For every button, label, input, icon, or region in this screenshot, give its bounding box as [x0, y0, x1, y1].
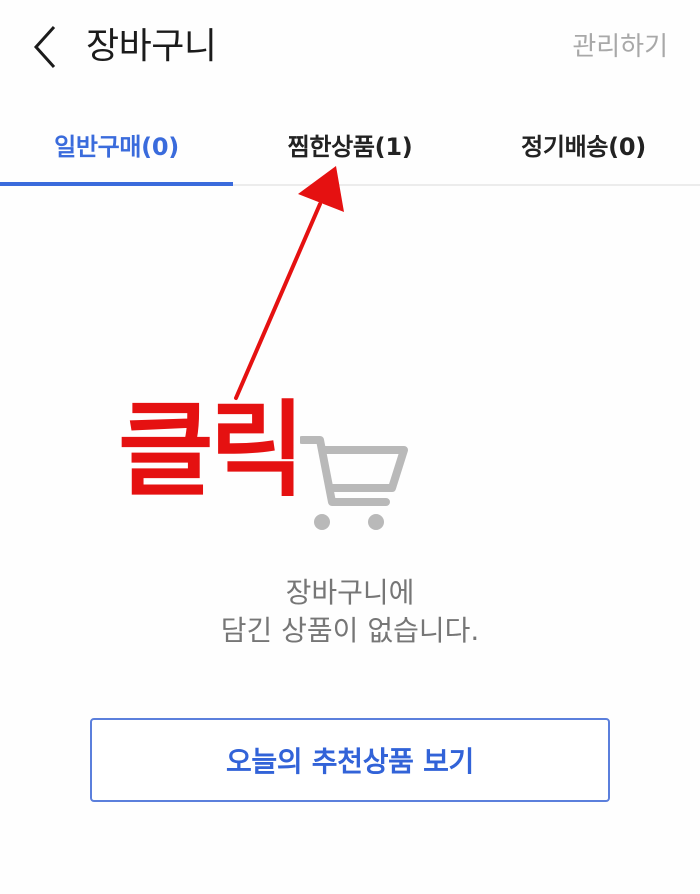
page-title: 장바구니 — [86, 26, 217, 67]
tab-general-purchase[interactable]: 일반구매(0) — [0, 102, 233, 186]
annotation-click-label: 클릭 — [118, 389, 305, 511]
tab-regular-delivery[interactable]: 정기배송(0) — [467, 102, 700, 186]
empty-message-line1: 장바구니에 — [285, 576, 415, 609]
tab-wishlist[interactable]: 찜한상품(1) — [233, 102, 467, 186]
empty-cart-message: 장바구니에 담긴 상품이 없습니다. — [0, 574, 700, 650]
empty-message-line2: 담긴 상품이 없습니다. — [220, 614, 480, 647]
empty-cart-icon — [300, 430, 412, 534]
manage-button[interactable]: 관리하기 — [572, 30, 668, 64]
back-button[interactable] — [26, 22, 66, 72]
app-header: 장바구니 관리하기 — [0, 0, 700, 96]
active-tab-indicator — [0, 182, 233, 186]
shopping-cart-icon — [300, 436, 408, 530]
back-arrow-icon — [33, 25, 56, 69]
today-recommended-button[interactable]: 오늘의 추천상품 보기 — [90, 718, 610, 802]
cart-page: 장바구니 관리하기 일반구매(0) 찜한상품(1) 정기배송(0) 장바구니에 … — [0, 0, 700, 894]
tab-bar: 일반구매(0) 찜한상품(1) 정기배송(0) — [0, 102, 700, 186]
